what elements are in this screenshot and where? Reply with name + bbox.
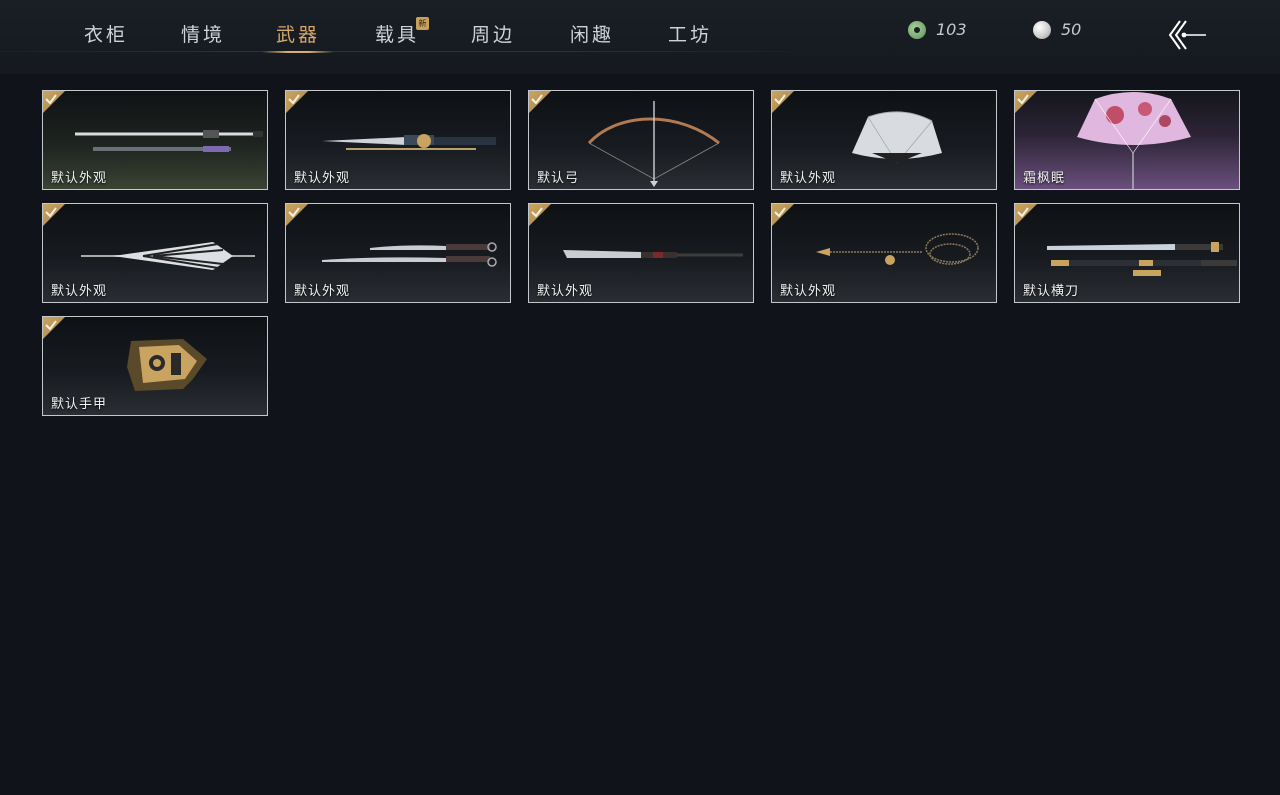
tab-label: 武器 — [276, 24, 321, 46]
weapon-name: 默认外观 — [51, 171, 108, 186]
tab-wardrobe[interactable]: 衣柜 — [84, 20, 128, 50]
tab-vehicles[interactable]: 载具新 — [375, 17, 430, 50]
jade-coin-icon — [908, 20, 926, 39]
tab-label: 工坊 — [668, 24, 713, 46]
weapon-name: 默认外观 — [780, 171, 837, 186]
weapon-card[interactable]: 默认手甲 — [42, 316, 268, 416]
pearl-icon — [1033, 20, 1051, 39]
weapon-name: 默认手甲 — [51, 397, 108, 412]
weapon-card[interactable]: 默认外观 — [285, 203, 511, 303]
back-button[interactable] — [1166, 18, 1210, 52]
top-nav-bar: 衣柜 情境 武器 载具新 周边 闲趣 工坊 103 50 — [0, 0, 1280, 74]
weapon-card[interactable]: 默认外观 — [528, 203, 754, 303]
jade-coin-value: 103 — [936, 20, 967, 39]
weapon-card[interactable]: 默认外观 — [285, 90, 511, 190]
jade-coin-counter: 103 — [908, 20, 967, 39]
weapon-name: 默认外观 — [537, 284, 594, 299]
weapon-card[interactable]: 默认外观 — [771, 203, 997, 303]
weapon-card[interactable]: 默认外观 — [771, 90, 997, 190]
pearl-value: 50 — [1061, 20, 1082, 39]
weapon-name: 默认横刀 — [1023, 284, 1080, 299]
tab-leisure[interactable]: 闲趣 — [570, 20, 614, 50]
back-arrow-icon — [1168, 20, 1206, 50]
tab-weapons[interactable]: 武器 — [261, 20, 335, 53]
tab-label: 载具 — [375, 24, 420, 46]
weapon-card[interactable]: 默认弓 — [528, 90, 754, 190]
weapon-card[interactable]: 默认外观 — [42, 90, 268, 190]
weapon-card[interactable]: 霜枫眠 — [1014, 90, 1240, 190]
tab-scenes[interactable]: 情境 — [181, 20, 225, 50]
tab-label: 情境 — [181, 24, 226, 46]
tab-peripherals[interactable]: 周边 — [471, 20, 515, 50]
new-badge: 新 — [416, 17, 430, 30]
tab-label: 周边 — [471, 24, 516, 46]
tab-workshop[interactable]: 工坊 — [668, 20, 712, 50]
pearl-counter: 50 — [1033, 20, 1081, 39]
tab-label: 闲趣 — [570, 24, 615, 46]
weapon-name: 默认弓 — [537, 171, 580, 186]
weapon-card[interactable]: 默认横刀 — [1014, 203, 1240, 303]
tab-label: 衣柜 — [84, 24, 129, 46]
weapon-name: 默认外观 — [294, 284, 351, 299]
weapon-card[interactable]: 默认外观 — [42, 203, 268, 303]
weapon-name: 默认外观 — [51, 284, 108, 299]
weapon-name: 霜枫眠 — [1023, 171, 1066, 186]
weapon-name: 默认外观 — [780, 284, 837, 299]
weapon-name: 默认外观 — [294, 171, 351, 186]
